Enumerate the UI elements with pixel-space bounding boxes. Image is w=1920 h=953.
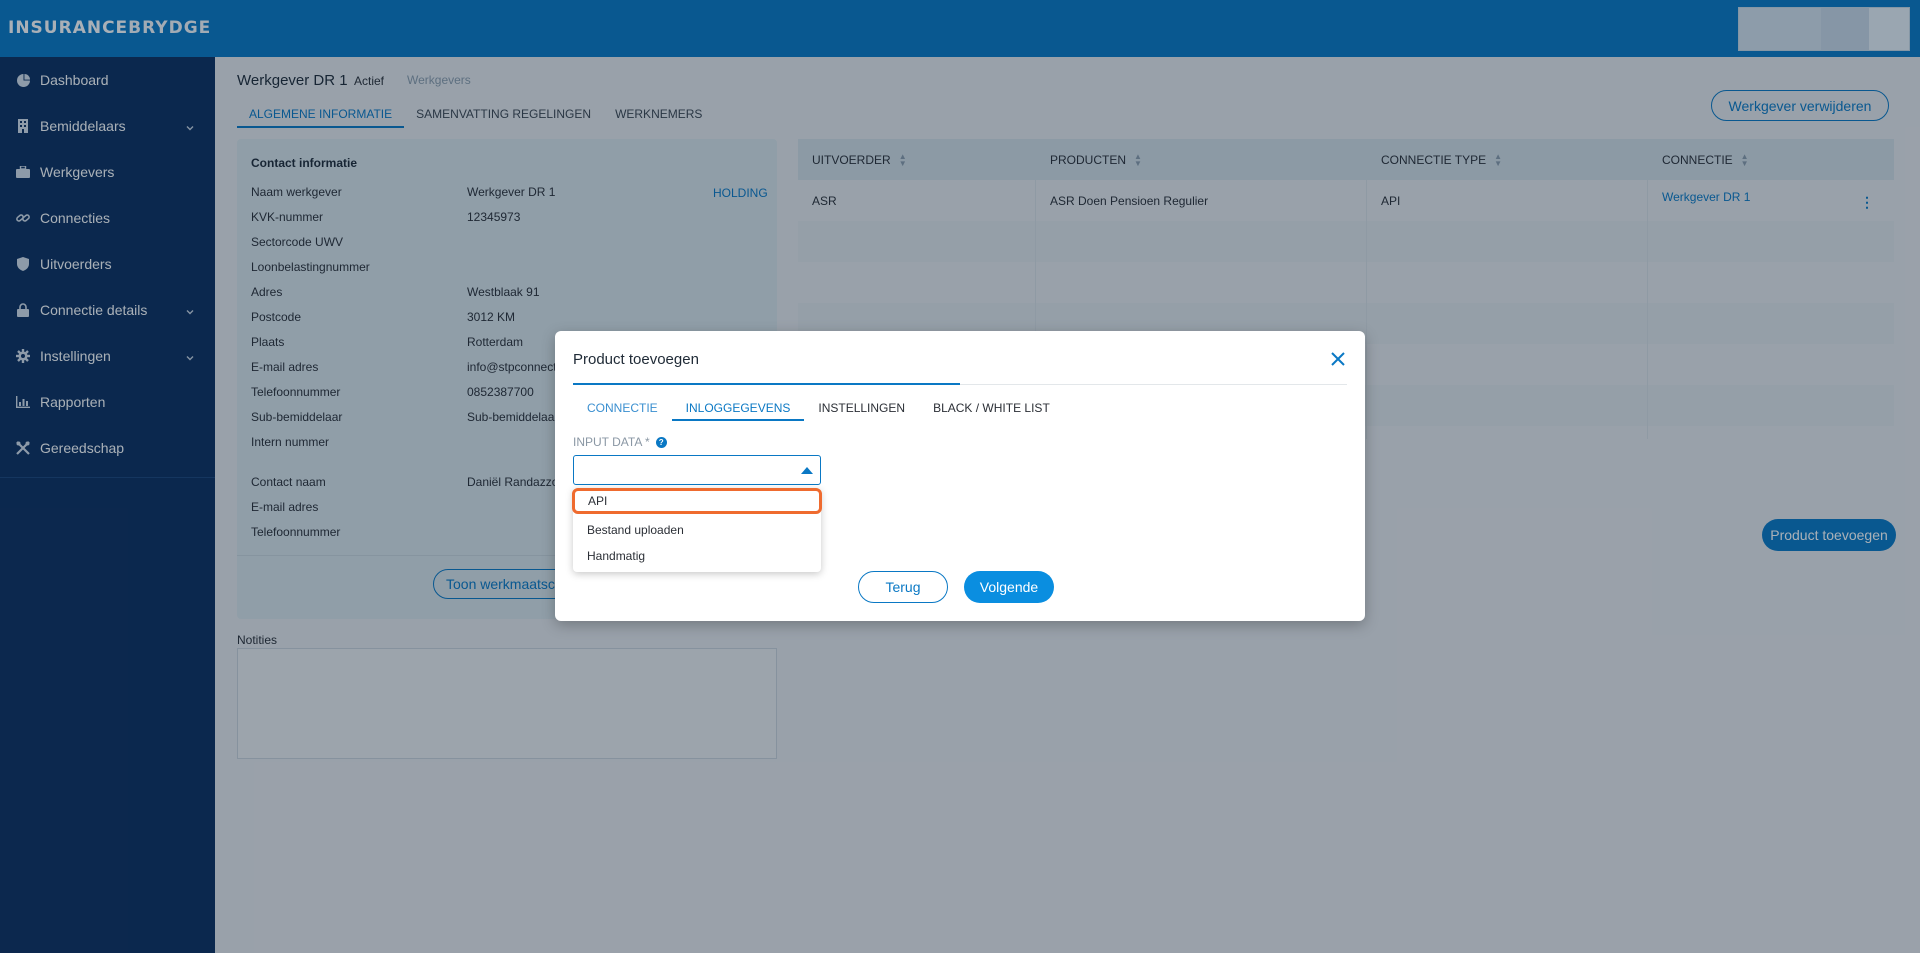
- add-product-modal: Product toevoegen CONNECTIE INLOGGEGEVEN…: [555, 331, 1365, 621]
- modal-progress-bar: [573, 383, 960, 385]
- option-handmatig[interactable]: Handmatig: [573, 543, 821, 569]
- option-bestand-uploaden[interactable]: Bestand uploaden: [573, 517, 821, 543]
- next-button[interactable]: Volgende: [964, 571, 1054, 603]
- input-data-select[interactable]: [573, 455, 821, 485]
- help-icon[interactable]: ?: [655, 436, 667, 448]
- modal-step-tabs: CONNECTIE INLOGGEGEVENS INSTELLINGEN BLA…: [573, 401, 1064, 421]
- input-data-dropdown: API Bestand uploaden Handmatig: [572, 488, 822, 572]
- close-icon[interactable]: [1329, 350, 1347, 368]
- modal-title: Product toevoegen: [573, 351, 699, 368]
- input-data-label: INPUT DATA * ?: [573, 435, 667, 449]
- input-data-label-text: INPUT DATA *: [573, 435, 650, 449]
- step-tab-instellingen[interactable]: INSTELLINGEN: [804, 401, 919, 421]
- caret-up-icon: [801, 467, 813, 474]
- step-tab-black-white-list[interactable]: BLACK / WHITE LIST: [919, 401, 1064, 421]
- step-tab-inloggegevens[interactable]: INLOGGEGEVENS: [671, 401, 805, 421]
- back-button[interactable]: Terug: [858, 571, 948, 603]
- step-tab-connectie[interactable]: CONNECTIE: [573, 401, 672, 421]
- option-api[interactable]: API: [572, 488, 822, 514]
